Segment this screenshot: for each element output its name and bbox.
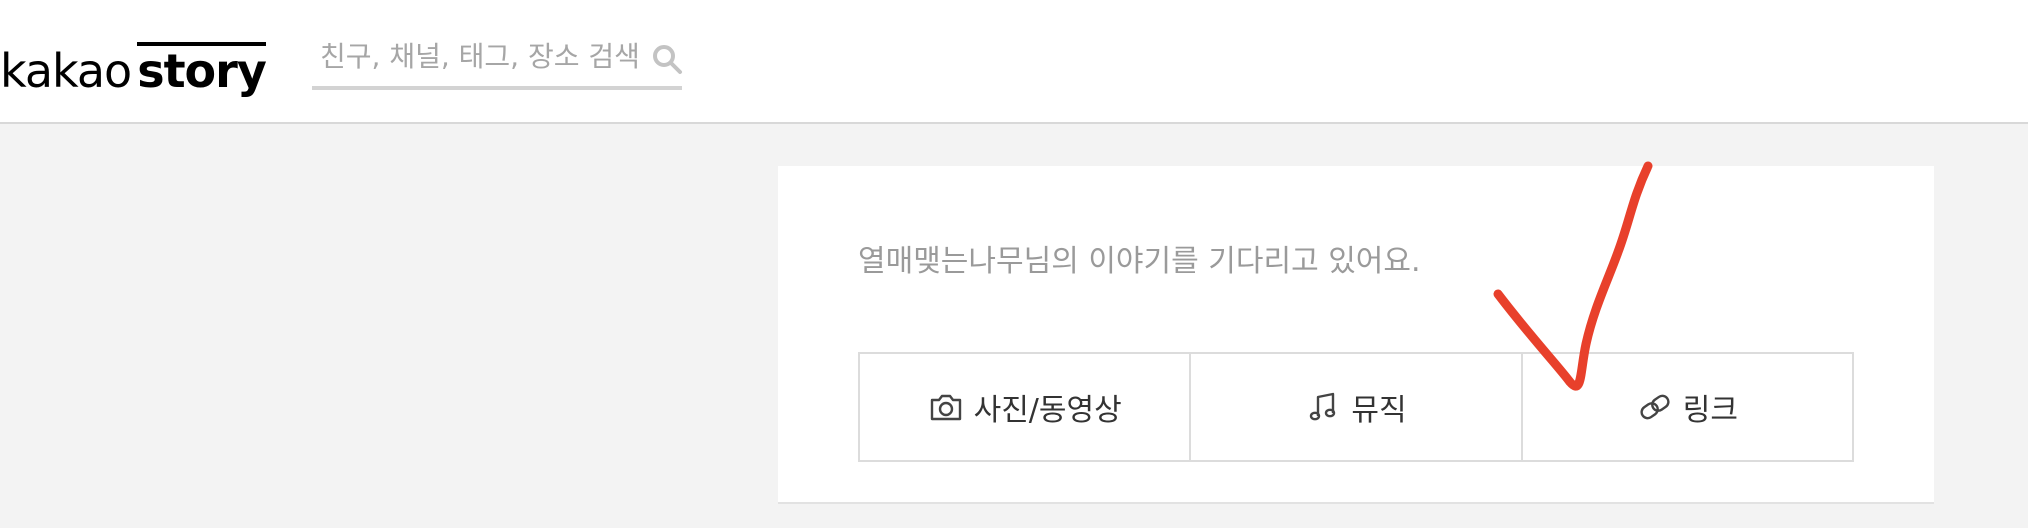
kakaostory-logo[interactable]: kakao story <box>0 34 267 98</box>
composer-action-bar: 사진/동영상 뮤직 링크 <box>858 352 1854 462</box>
logo-kakao-text: kakao <box>0 44 132 98</box>
music-note-icon <box>1305 389 1341 425</box>
story-composer-card: 열매맺는나무님의 이야기를 기다리고 있어요. 사진/동영상 뮤직 링크 <box>778 166 1934 504</box>
search-bar <box>312 30 682 90</box>
link-button[interactable]: 링크 <box>1523 354 1852 460</box>
photo-video-button[interactable]: 사진/동영상 <box>860 354 1192 460</box>
music-label: 뮤직 <box>1351 393 1407 428</box>
logo-story-text: story <box>137 42 267 98</box>
search-input[interactable] <box>320 34 640 78</box>
composer-prompt[interactable]: 열매맺는나무님의 이야기를 기다리고 있어요. <box>858 236 1421 280</box>
music-button[interactable]: 뮤직 <box>1191 354 1523 460</box>
search-icon[interactable] <box>650 42 684 76</box>
link-icon <box>1637 389 1673 425</box>
link-label: 링크 <box>1682 393 1738 428</box>
camera-icon <box>928 389 964 425</box>
top-header: kakao story <box>0 0 2028 124</box>
photo-video-label: 사진/동영상 <box>973 393 1122 428</box>
